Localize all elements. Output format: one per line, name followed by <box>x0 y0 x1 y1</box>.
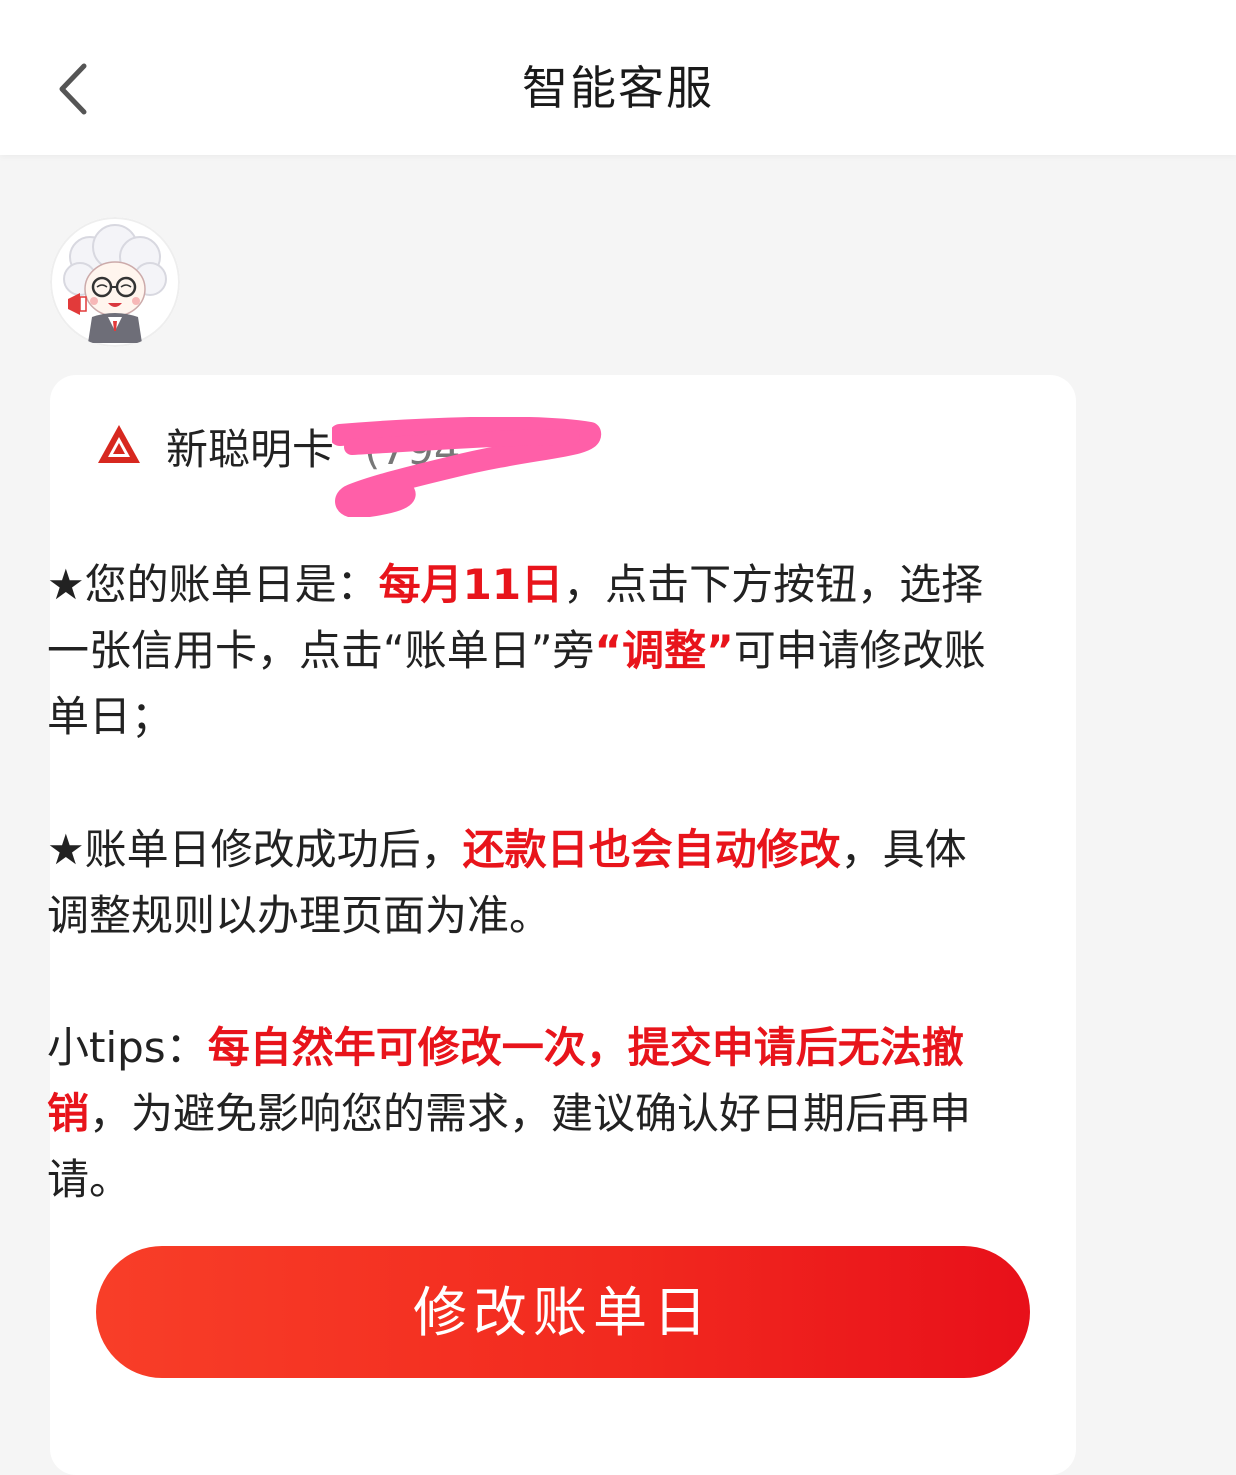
repayment-paragraph: ★账单日修改成功后，还款日也会自动修改，具体调整规则以办理页面为准。 <box>47 817 997 949</box>
paragraph2-prefix: ★账单日修改成功后， <box>47 825 463 874</box>
tips-paragraph: 小tips：每自然年可修改一次，提交申请后无法撤销，为避免影响您的需求，建议确认… <box>47 1015 997 1213</box>
tips-suffix: ，为避免影响您的需求，建议确认好日期后再申请。 <box>47 1089 972 1204</box>
paragraph1-prefix: ★您的账单日是： <box>47 560 379 609</box>
tips-prefix: 小tips： <box>47 1023 208 1072</box>
modify-billing-day-button[interactable]: 修改账单日 <box>96 1246 1030 1378</box>
billing-day-paragraph: ★您的账单日是：每月11日，点击下方按钮，选择一张信用卡，点击“账单日”旁“调整… <box>47 552 997 750</box>
adjust-keyword: “调整” <box>594 626 734 675</box>
page-title: 智能客服 <box>522 61 714 115</box>
top-bar: 智能客服 <box>0 0 1236 155</box>
redaction-mark <box>332 417 601 517</box>
bank-logo-icon <box>98 425 140 463</box>
card-name: 新聪明卡 <box>166 425 335 474</box>
assistant-avatar <box>50 217 180 347</box>
billing-day-value: 每月11日 <box>378 560 564 609</box>
repayment-highlight: 还款日也会自动修改 <box>462 825 841 874</box>
